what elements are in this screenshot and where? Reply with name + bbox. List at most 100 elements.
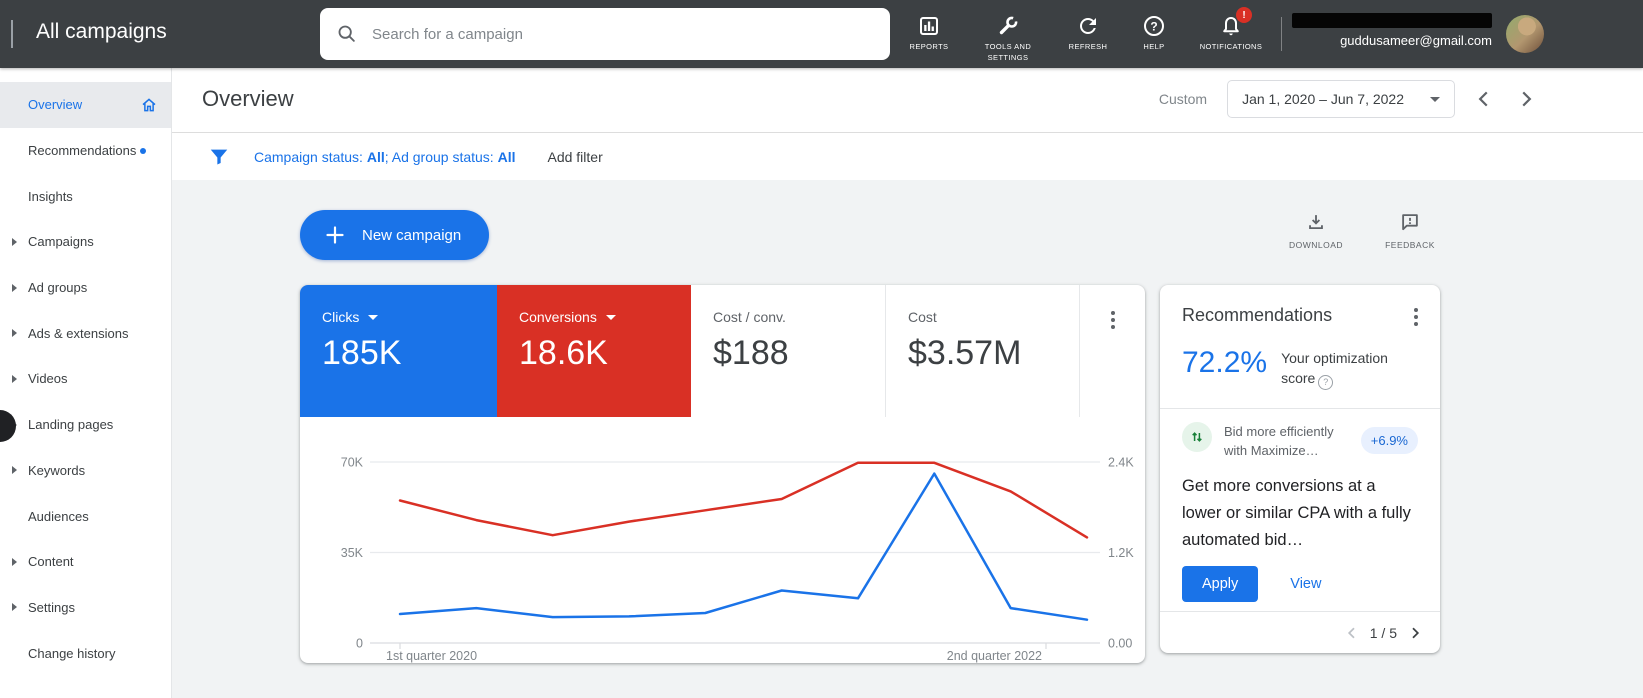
- pagination-prev-button[interactable]: [1343, 624, 1361, 642]
- view-button[interactable]: View: [1290, 576, 1321, 592]
- header-divider: [1281, 17, 1282, 51]
- next-period-button[interactable]: [1513, 86, 1539, 112]
- sidebar-item-label: Audiences: [28, 509, 89, 524]
- previous-period-button[interactable]: [1471, 86, 1497, 112]
- right-axis-tick: 0.00: [1108, 637, 1132, 651]
- tools-settings-button[interactable]: TOOLS AND SETTINGS: [965, 0, 1051, 68]
- sidebar-item-label: Ads & extensions: [28, 326, 128, 341]
- scorecard-clicks[interactable]: Clicks 185K: [300, 285, 497, 417]
- sidebar-item-content[interactable]: Content: [0, 539, 171, 585]
- expand-arrow-icon[interactable]: [12, 329, 17, 337]
- recommendation-item[interactable]: Bid more efficiently with Maximize… +6.9…: [1182, 422, 1418, 460]
- sidebar-item-label: Content: [28, 554, 74, 569]
- new-campaign-button[interactable]: New campaign: [300, 210, 489, 260]
- x-axis-label: 1st quarter 2020: [386, 649, 477, 663]
- sidebar-item-change-history[interactable]: Change history: [0, 630, 171, 676]
- refresh-label: REFRESH: [1069, 42, 1108, 53]
- notification-badge: !: [1236, 7, 1252, 23]
- account-info[interactable]: guddusameer@gmail.com: [1292, 13, 1492, 48]
- feedback-button[interactable]: FEEDBACK: [1372, 211, 1448, 250]
- apply-button[interactable]: Apply: [1182, 566, 1258, 602]
- help-circle-icon[interactable]: ?: [1318, 375, 1333, 390]
- chart-card-menu-button[interactable]: [1111, 311, 1115, 329]
- campaign-status-filter[interactable]: Campaign status: All; Ad group status: A…: [254, 149, 515, 165]
- expand-arrow-icon[interactable]: [12, 558, 17, 566]
- sidebar-item-ad-groups[interactable]: Ad groups: [0, 265, 171, 311]
- chevron-down-icon: [606, 315, 616, 320]
- series-line-conversions: [400, 463, 1087, 538]
- status-prefix: Campaign status:: [254, 149, 367, 165]
- scorecard-conversions-label: Conversions: [519, 309, 597, 325]
- chevron-left-icon: [1473, 88, 1495, 110]
- recommendation-description: Get more conversions at a lower or simil…: [1182, 473, 1418, 554]
- expand-arrow-icon[interactable]: [12, 238, 17, 246]
- scorecard-cost-per-conv-value: $188: [713, 334, 885, 373]
- reports-button[interactable]: REPORTS: [893, 0, 965, 68]
- scorecard-clicks-label: Clicks: [322, 309, 359, 325]
- app-title: All campaigns: [36, 20, 167, 44]
- chart-wrap: 035K70K0.001.2K2.4K1st quarter 20202nd q…: [300, 417, 1145, 663]
- tools-settings-label: TOOLS AND SETTINGS: [976, 42, 1040, 63]
- sidebar-item-label: Videos: [28, 371, 68, 386]
- download-label: DOWNLOAD: [1289, 240, 1343, 250]
- reports-label: REPORTS: [910, 42, 949, 53]
- refresh-button[interactable]: REFRESH: [1051, 0, 1125, 68]
- date-range-text: Jan 1, 2020 – Jun 7, 2022: [1242, 91, 1404, 107]
- sidebar-item-campaigns[interactable]: Campaigns: [0, 219, 171, 265]
- expand-arrow-icon[interactable]: [12, 284, 17, 292]
- sidebar-item-label: Change history: [28, 646, 115, 661]
- avatar[interactable]: [1506, 15, 1544, 53]
- app-bar: All campaigns REPORTS TOOLS AND SETTINGS: [0, 0, 1643, 68]
- date-controls: Custom Jan 1, 2020 – Jun 7, 2022: [1159, 80, 1539, 118]
- sidebar-item-label: Ad groups: [28, 280, 87, 295]
- campaign-search[interactable]: [320, 8, 890, 60]
- expand-arrow-icon[interactable]: [12, 375, 17, 383]
- scorecard-cost-per-conv[interactable]: Cost / conv. $188: [691, 285, 885, 417]
- search-input[interactable]: [370, 25, 874, 44]
- sidebar-item-label: Landing pages: [28, 417, 113, 432]
- help-button[interactable]: ? HELP: [1125, 0, 1183, 68]
- sidebar-item-settings[interactable]: Settings: [0, 585, 171, 631]
- scorecard-conversions[interactable]: Conversions 18.6K: [497, 285, 691, 417]
- notifications-button[interactable]: ! NOTIFICATIONS: [1183, 0, 1279, 68]
- card-actions: DOWNLOAD FEEDBACK: [1278, 211, 1448, 250]
- sidebar-item-label: Insights: [28, 189, 73, 204]
- expand-arrow-icon[interactable]: [12, 466, 17, 474]
- sidebar-item-landing-pages[interactable]: Landing pages: [0, 402, 171, 448]
- right-axis-tick: 1.2K: [1108, 546, 1134, 560]
- sidebar-item-videos[interactable]: Videos: [0, 356, 171, 402]
- sidebar-item-keywords[interactable]: Keywords: [0, 448, 171, 494]
- recommendations-menu-button[interactable]: [1414, 305, 1418, 326]
- pagination-next-button[interactable]: [1406, 624, 1424, 642]
- expand-arrow-icon[interactable]: [12, 603, 17, 611]
- app-bar-accent: [11, 20, 13, 48]
- chevron-right-icon: [1515, 88, 1537, 110]
- chevron-right-icon: [1407, 625, 1423, 641]
- recommendations-pagination: 1 / 5: [1160, 611, 1440, 653]
- sidebar-item-audiences[interactable]: Audiences: [0, 493, 171, 539]
- sidebar-item-overview[interactable]: Overview: [0, 82, 171, 128]
- kebab-menu-icon: [1111, 311, 1115, 329]
- scorecard-cost[interactable]: Cost $3.57M: [885, 285, 1080, 417]
- help-icon: ?: [1142, 14, 1166, 38]
- optimization-score-value: 72.2%: [1182, 346, 1267, 380]
- overview-chart: 035K70K0.001.2K2.4K1st quarter 20202nd q…: [300, 417, 1145, 663]
- sidebar-item-ads-extensions[interactable]: Ads & extensions: [0, 310, 171, 356]
- add-filter-button[interactable]: Add filter: [547, 149, 602, 165]
- new-campaign-label: New campaign: [362, 227, 461, 244]
- left-axis-tick: 70K: [341, 456, 364, 470]
- help-label: HELP: [1143, 42, 1164, 53]
- chevron-left-icon: [1344, 625, 1360, 641]
- sidebar-item-label: Overview: [28, 97, 82, 112]
- date-range-picker[interactable]: Jan 1, 2020 – Jun 7, 2022: [1227, 80, 1455, 118]
- scorecard-cost-per-conv-label: Cost / conv.: [713, 309, 786, 325]
- main-area: Overview Custom Jan 1, 2020 – Jun 7, 202…: [172, 68, 1643, 698]
- pagination-indicator: 1 / 5: [1370, 625, 1397, 641]
- plus-icon: [324, 224, 346, 246]
- scorecard-cost-value: $3.57M: [908, 334, 1079, 373]
- sidebar-item-recommendations[interactable]: Recommendations: [0, 128, 171, 174]
- download-button[interactable]: DOWNLOAD: [1278, 211, 1354, 250]
- notifications-label: NOTIFICATIONS: [1200, 42, 1263, 53]
- sidebar-item-insights[interactable]: Insights: [0, 173, 171, 219]
- page-header: Overview Custom Jan 1, 2020 – Jun 7, 202…: [172, 68, 1643, 133]
